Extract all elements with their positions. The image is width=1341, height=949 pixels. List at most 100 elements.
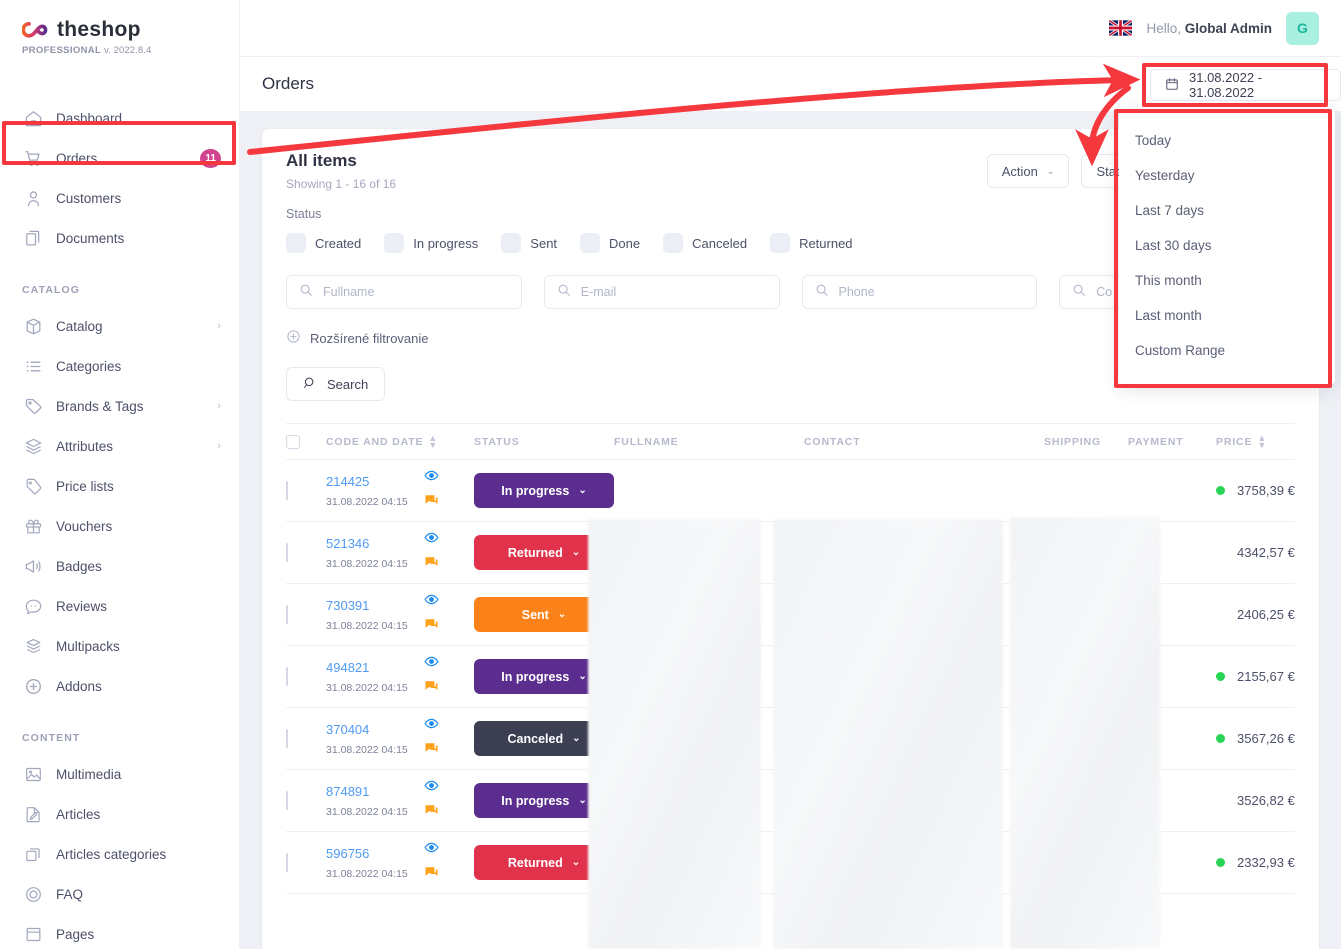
sort-icon[interactable]: ▲ ▼: [1257, 434, 1267, 449]
uk-flag-icon[interactable]: [1109, 20, 1133, 36]
sidebar-item-brands-tags[interactable]: Brands & Tags ›: [0, 386, 239, 426]
status-checkbox-done[interactable]: Done: [580, 233, 640, 253]
phone-input[interactable]: [838, 285, 1025, 299]
chevron-down-icon: ⌄: [571, 547, 581, 558]
sidebar-item-pages[interactable]: Pages: [0, 914, 239, 949]
row-checkbox[interactable]: [286, 666, 288, 686]
topbar: Hello, Global Admin G: [240, 0, 1341, 57]
search-icon: [303, 376, 317, 393]
dropdown-option-last-month[interactable]: Last month: [1119, 298, 1335, 333]
sidebar-item-articles-categories[interactable]: Articles categories: [0, 834, 239, 874]
order-comment-icon[interactable]: [424, 555, 439, 575]
brand-name: theshop: [57, 18, 141, 41]
order-code-link[interactable]: 494821: [326, 660, 424, 675]
checkbox-box[interactable]: [286, 233, 306, 253]
status-checkbox-created[interactable]: Created: [286, 233, 361, 253]
status-checkbox-in-progress[interactable]: In progress: [384, 233, 478, 253]
row-checkbox[interactable]: [286, 604, 288, 624]
chat-bubble-icon: [22, 595, 44, 617]
order-comment-icon[interactable]: [424, 617, 439, 637]
sidebar-item-customers[interactable]: Customers: [0, 178, 239, 218]
order-code-link[interactable]: 730391: [326, 598, 424, 613]
dropdown-option-yesterday[interactable]: Yesterday: [1119, 158, 1335, 193]
fullname-filter[interactable]: [286, 275, 522, 309]
order-comment-icon[interactable]: [424, 803, 439, 823]
chevron-down-icon: ⌄: [572, 733, 581, 744]
row-checkbox[interactable]: [286, 480, 288, 500]
fullname-input[interactable]: [323, 285, 509, 299]
email-filter[interactable]: [543, 275, 780, 309]
phone-filter[interactable]: [801, 275, 1038, 309]
order-code-link[interactable]: 214425: [326, 474, 424, 489]
sidebar-item-addons[interactable]: Addons: [0, 666, 239, 706]
status-pill-label: Returned: [507, 855, 563, 870]
price-cell: 2155,67 €: [1216, 669, 1295, 684]
row-checkbox[interactable]: [286, 728, 288, 748]
order-comment-icon[interactable]: [424, 865, 439, 885]
checkbox-box[interactable]: [663, 233, 684, 253]
avatar[interactable]: G: [1286, 11, 1319, 45]
sidebar-item-catalog[interactable]: Catalog ›: [0, 306, 239, 346]
checkbox-box[interactable]: [384, 233, 405, 253]
order-code-link[interactable]: 521346: [326, 536, 424, 551]
checkbox-box[interactable]: [580, 233, 601, 253]
order-comment-icon[interactable]: [424, 741, 439, 761]
infinity-logo-icon: [22, 19, 50, 41]
email-input[interactable]: [580, 285, 767, 299]
sidebar-item-label: Badges: [56, 558, 102, 574]
table-row[interactable]: 214425 31.08.2022 04:15 In progress ⌄ 3758,3…: [286, 460, 1295, 522]
sidebar-item-vouchers[interactable]: Vouchers: [0, 506, 239, 546]
select-all-checkbox[interactable]: [286, 434, 300, 449]
view-order-icon[interactable]: [424, 530, 439, 550]
search-button[interactable]: Search: [286, 367, 386, 401]
sidebar-item-dashboard[interactable]: Dashboard: [0, 98, 239, 138]
header-price[interactable]: PRICE ▲ ▼: [1216, 434, 1295, 449]
date-range-picker-button[interactable]: 31.08.2022 - 31.08.2022: [1150, 69, 1341, 101]
view-order-icon[interactable]: [424, 468, 439, 488]
sidebar-item-badges[interactable]: Badges: [0, 546, 239, 586]
sidebar-item-articles[interactable]: Articles: [0, 794, 239, 834]
brand-logo[interactable]: theshop PROFESSIONAL v. 2022.8.4: [0, 0, 239, 56]
view-order-icon[interactable]: [424, 592, 439, 612]
sidebar-item-multipacks[interactable]: Multipacks: [0, 626, 239, 666]
sidebar-item-price-lists[interactable]: Price lists: [0, 466, 239, 506]
sidebar-item-documents[interactable]: Documents: [0, 218, 239, 258]
order-comment-icon[interactable]: [424, 679, 439, 699]
status-checkbox-sent[interactable]: Sent: [501, 233, 557, 253]
header-label: CONTACT: [804, 435, 861, 448]
row-checkbox[interactable]: [286, 852, 288, 872]
checkbox-box[interactable]: [501, 233, 522, 253]
advanced-filtering-link[interactable]: Rozšírené filtrovanie: [286, 329, 429, 347]
sidebar-item-label: Vouchers: [56, 518, 113, 534]
header-shipping: SHIPPING: [1044, 436, 1128, 448]
sidebar-item-reviews[interactable]: Reviews: [0, 586, 239, 626]
view-order-icon[interactable]: [424, 716, 439, 736]
price-value: 2406,25 €: [1237, 607, 1295, 622]
order-code-link[interactable]: 874891: [326, 784, 424, 799]
view-order-icon[interactable]: [424, 840, 439, 860]
dropdown-option-last-7-days[interactable]: Last 7 days: [1119, 193, 1335, 228]
status-checkbox-canceled[interactable]: Canceled: [663, 233, 747, 253]
dropdown-option-custom-range[interactable]: Custom Range: [1119, 333, 1335, 368]
order-comment-icon[interactable]: [424, 493, 439, 513]
dropdown-option-last-30-days[interactable]: Last 30 days: [1119, 228, 1335, 263]
status-pill[interactable]: In progress ⌄: [474, 473, 614, 508]
sidebar-item-multimedia[interactable]: Multimedia: [0, 754, 239, 794]
row-checkbox[interactable]: [286, 542, 288, 562]
header-code-and-date[interactable]: CODE AND DATE ▲ ▼: [326, 434, 474, 449]
sort-icon[interactable]: ▲ ▼: [428, 434, 438, 449]
status-checkbox-returned[interactable]: Returned: [770, 233, 853, 253]
order-code-link[interactable]: 370404: [326, 722, 424, 737]
sidebar-item-faq[interactable]: FAQ: [0, 874, 239, 914]
checkbox-box[interactable]: [770, 233, 791, 253]
row-checkbox[interactable]: [286, 790, 288, 810]
dropdown-option-this-month[interactable]: This month: [1119, 263, 1335, 298]
sidebar-item-attributes[interactable]: Attributes ›: [0, 426, 239, 466]
action-dropdown-button[interactable]: Action ⌄: [986, 154, 1070, 188]
view-order-icon[interactable]: [424, 654, 439, 674]
sidebar-item-categories[interactable]: Categories: [0, 346, 239, 386]
order-code-link[interactable]: 596756: [326, 846, 424, 861]
sidebar-item-orders[interactable]: Orders 11: [0, 138, 239, 178]
view-order-icon[interactable]: [424, 778, 439, 798]
dropdown-option-today[interactable]: Today: [1119, 123, 1335, 158]
